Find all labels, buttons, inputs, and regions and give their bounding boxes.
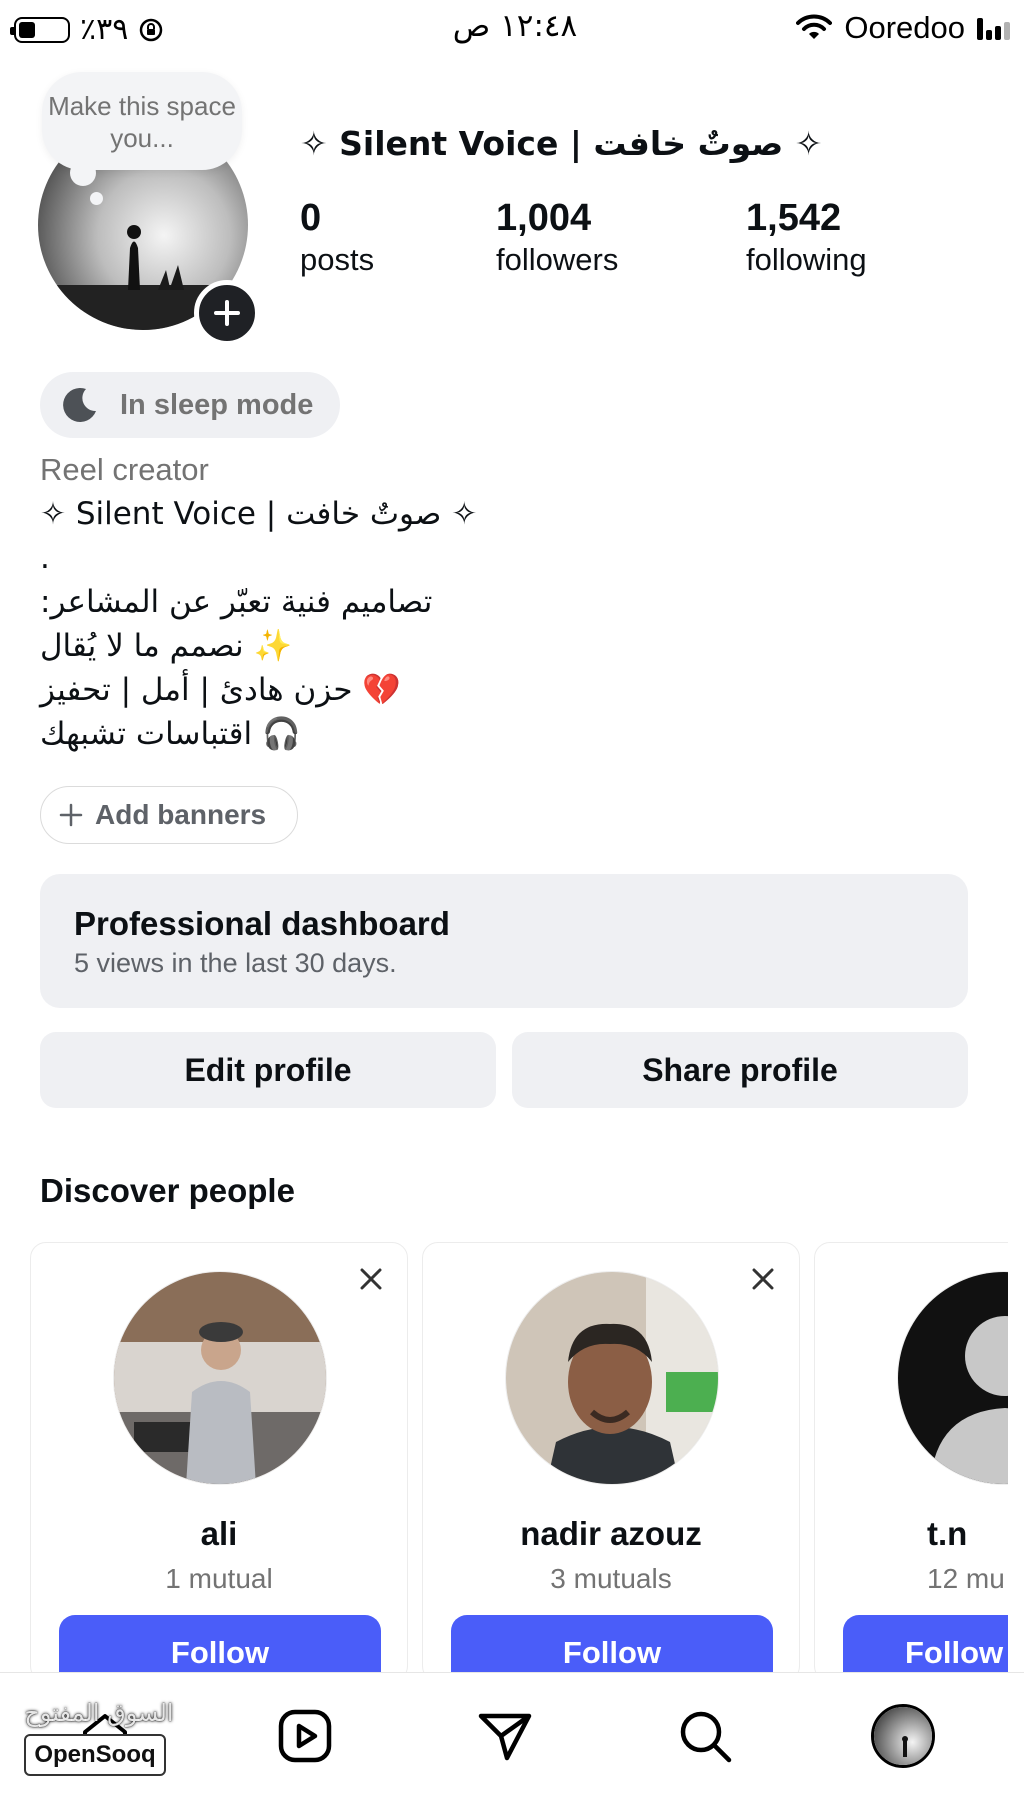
note-bubble-tail (70, 160, 96, 186)
nav-search[interactable] (670, 1701, 740, 1771)
wifi-icon (796, 14, 833, 39)
bio-line: ✨ نصمم ما لا يُقال (40, 628, 293, 664)
bio-line: . (40, 540, 50, 576)
bio-line: 💔 حزن هادئ | أمل | تحفيز (40, 672, 401, 708)
bio-line: 🎧 اقتباسات تشبهك (40, 716, 301, 752)
stat-label: posts (300, 242, 375, 277)
add-story-button[interactable] (194, 280, 260, 346)
stat-value: 1,542 (746, 197, 842, 239)
stat-followers[interactable]: 1,004 followers (496, 196, 618, 280)
signal-icon (977, 16, 1010, 40)
suggestion-name[interactable]: ali (31, 1515, 407, 1553)
professional-dashboard[interactable]: Professional dashboard 5 views in the la… (40, 874, 968, 1008)
suggestion-name[interactable]: t.n (815, 1515, 1008, 1553)
dashboard-title: Professional dashboard (74, 905, 450, 942)
close-icon[interactable] (751, 1267, 775, 1291)
status-bar: ٪٣٩ ١٢:٤٨ ص Ooredoo (0, 0, 1024, 56)
close-icon[interactable] (359, 1267, 383, 1291)
add-banners-button[interactable]: Add banners (40, 786, 298, 844)
edit-profile-button[interactable]: Edit profile (40, 1032, 496, 1108)
nav-profile[interactable] (868, 1701, 938, 1771)
plus-icon (59, 803, 83, 827)
reels-icon (278, 1709, 332, 1763)
battery-percent: ٪٣٩ (80, 13, 129, 46)
suggestion-card[interactable]: t.n 12 mu Follow (814, 1242, 1008, 1682)
carrier-name: Ooredoo (844, 10, 965, 45)
discover-people-carousel[interactable]: ali 1 mutual Follow nadir azouz 3 mutual… (30, 1242, 1008, 1682)
direct-icon (478, 1713, 532, 1761)
nav-reels[interactable] (270, 1701, 340, 1771)
moon-icon (63, 387, 96, 422)
suggestion-avatar[interactable] (505, 1271, 719, 1485)
opensooq-watermark: السوق المفتوح OpenSooq (24, 1698, 174, 1776)
suggestion-avatar[interactable] (897, 1271, 1008, 1485)
suggestion-mutuals: 3 mutuals (550, 1563, 672, 1594)
sleep-mode-pill[interactable]: In sleep mode (40, 372, 340, 438)
profile-category: Reel creator (40, 452, 209, 487)
stat-label: followers (496, 242, 619, 277)
note-bubble-tail-dot (90, 192, 103, 205)
suggestion-mutuals: 1 mutual (165, 1563, 273, 1594)
add-banners-label: Add banners (95, 799, 267, 830)
stat-value: 1,004 (496, 197, 592, 239)
suggestion-avatar[interactable] (113, 1271, 327, 1485)
suggestion-card[interactable]: ali 1 mutual Follow (30, 1242, 408, 1682)
stat-posts[interactable]: 0 posts (300, 196, 374, 280)
nav-direct[interactable] (470, 1701, 540, 1771)
suggestion-name[interactable]: nadir azouz (423, 1515, 799, 1553)
suggestion-mutuals: 12 mu (927, 1563, 1005, 1594)
avatar (871, 1704, 935, 1768)
status-left: ٪٣٩ (10, 12, 164, 47)
orientation-lock-icon (140, 18, 163, 41)
bio: Reel creator ✧ Silent Voice | صوتٌ خافت … (40, 448, 940, 756)
battery-icon (10, 16, 70, 43)
bio-line: ✧ Silent Voice | صوتٌ خافت ✧ (40, 496, 478, 532)
note-bubble[interactable]: Make this space you... (42, 72, 242, 170)
stat-value: 0 (300, 197, 322, 239)
note-text: Make this space you... (48, 91, 236, 153)
search-icon (680, 1711, 732, 1763)
watermark-arabic: السوق المفتوح (24, 1699, 174, 1727)
status-time: ١٢:٤٨ ص (452, 8, 578, 44)
status-right: Ooredoo (796, 10, 1010, 46)
bio-line: تصاميم فنية تعبّر عن المشاعر: (40, 584, 433, 620)
watermark-brand: OpenSooq (24, 1734, 166, 1776)
share-profile-button[interactable]: Share profile (512, 1032, 968, 1108)
stat-following[interactable]: 1,542 following (746, 196, 867, 280)
plus-icon (214, 300, 240, 326)
sleep-mode-label: In sleep mode (120, 388, 314, 421)
display-name: ✧ Silent Voice | صوتٌ خافت ✧ (300, 124, 823, 163)
discover-people-title: Discover people (40, 1172, 295, 1209)
stat-label: following (746, 242, 867, 277)
suggestion-card[interactable]: nadir azouz 3 mutuals Follow (422, 1242, 800, 1682)
dashboard-subtitle: 5 views in the last 30 days. (74, 948, 397, 978)
